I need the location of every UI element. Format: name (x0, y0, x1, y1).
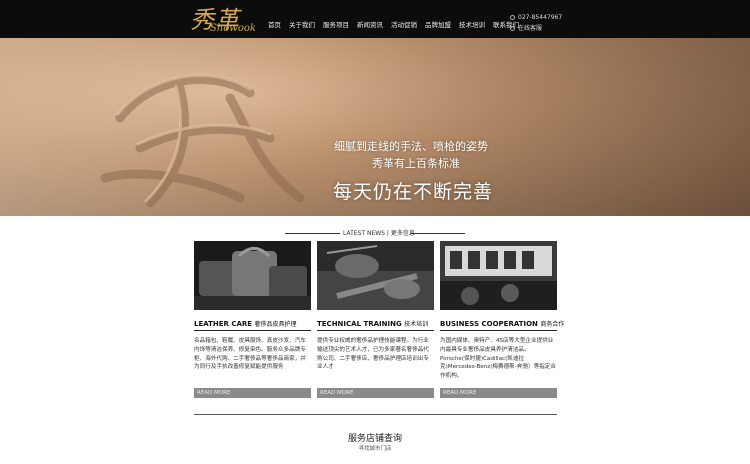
handbags-image (194, 241, 311, 310)
card-title: TECHNICAL TRAINING 技术培训 (317, 319, 434, 328)
card-title-en: BUSINESS COOPERATION (440, 320, 538, 328)
nav-news[interactable]: 新闻资讯 (357, 19, 383, 29)
card-rule (317, 330, 434, 331)
read-more-button[interactable]: READ MORE (440, 388, 557, 398)
header-contact: 027-85447967 在线客服 (510, 12, 562, 34)
phone-icon (510, 15, 515, 20)
logo-en-text: Showook (210, 23, 256, 34)
read-more-button[interactable]: READ MORE (194, 388, 311, 398)
card-title-en: TECHNICAL TRAINING (317, 320, 402, 328)
store-search-subtitle[interactable]: 寻找城市门店 (0, 444, 750, 452)
cooperation-photo (440, 241, 557, 310)
top-header: 秀革 Showook 首页 关于我们 服务项目 新闻资讯 活动促销 品牌加盟 技… (0, 0, 750, 38)
card-description: 为国内媒体、奥特产、4S店等大型企业提供业内最具专业奢侈品皮具养护清洁品。Por… (440, 338, 556, 380)
card-rule (194, 330, 311, 331)
latest-news-label[interactable]: LATEST NEWS | 更多信息 (343, 228, 415, 237)
hero-banner: 细腻到走线的手法、喷枪的姿势 秀革有上百条标准 每天仍在不断完善 (0, 38, 750, 216)
phone-row: 027-85447967 (510, 12, 562, 23)
store-search-title: 服务店铺查询 (347, 434, 402, 444)
card-title-en: LEATHER CARE (194, 320, 253, 328)
banner-line-2: 秀革有上百条标准 (372, 157, 460, 170)
banner-line-1: 细腻到走线的手法、喷枪的姿势 (334, 140, 488, 153)
main-nav: 首页 关于我们 服务项目 新闻资讯 活动促销 品牌加盟 技术培训 联系我们 (268, 19, 527, 29)
banner-line-3: 每天仍在不断完善 (333, 181, 494, 203)
nav-franchise[interactable]: 品牌加盟 (425, 19, 451, 29)
training-photo (317, 241, 434, 310)
signboard-image (440, 241, 557, 310)
online-service-link[interactable]: 在线客服 (518, 23, 542, 34)
card-title-cn: 商务合作 (540, 321, 565, 328)
nav-promotions[interactable]: 活动促销 (391, 19, 417, 29)
nav-home[interactable]: 首页 (268, 19, 281, 29)
nav-about[interactable]: 关于我们 (289, 19, 315, 29)
card-description: 提供专业权威的奢侈品护理技能课程。为行业输送顶尖的艺术人才，已为多家著名奢侈品代… (317, 338, 429, 371)
latest-news-header: LATEST NEWS | 更多信息 (285, 228, 465, 240)
chat-icon (510, 26, 515, 31)
leather-care-card: LEATHER CARE 奢侈品皮具护理 名品箱包、鞋履、皮具服饰、真皮沙发、汽… (194, 241, 311, 398)
card-title-cn: 技术培训 (404, 321, 429, 328)
leather-care-photo (194, 241, 311, 310)
business-cooperation-card: BUSINESS COOPERATION 商务合作 为国内媒体、奥特产、4S店等… (440, 241, 564, 398)
nav-training[interactable]: 技术培训 (459, 19, 485, 29)
card-title-cn: 奢侈品皮具护理 (254, 321, 297, 328)
brand-logo[interactable]: 秀革 Showook (190, 2, 260, 38)
phone-number: 027-85447967 (518, 14, 563, 21)
card-rule (440, 330, 557, 331)
header-rule-left (285, 233, 340, 234)
technical-training-card: TECHNICAL TRAINING 技术培训 提供专业权威的奢侈品护理技能课程… (317, 241, 434, 398)
section-divider (194, 414, 557, 415)
nav-services[interactable]: 服务项目 (323, 19, 349, 29)
card-title: LEATHER CARE 奢侈品皮具护理 (194, 319, 311, 328)
service-row[interactable]: 在线客服 (510, 23, 562, 34)
card-description: 名品箱包、鞋履、皮具服饰、真皮沙发、汽车内饰等清洁保养、修复染色。服务众多品牌专… (194, 338, 306, 371)
read-more-button[interactable]: READ MORE (317, 388, 434, 398)
card-title: BUSINESS COOPERATION 商务合作 (440, 319, 564, 328)
hands-stitching-image (317, 241, 434, 310)
header-rule-right (410, 233, 465, 234)
